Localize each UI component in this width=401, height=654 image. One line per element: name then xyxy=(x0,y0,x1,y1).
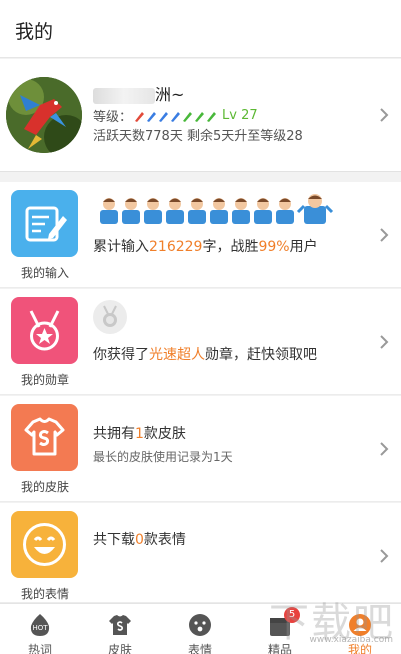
tab-hot-label: 热词 xyxy=(27,643,52,654)
medal-name: 光速超人 xyxy=(149,347,205,363)
emoji-icon xyxy=(11,511,78,578)
active-days-text: 活跃天数778天 剩余5天升至等级28 xyxy=(93,129,303,144)
skin-icon xyxy=(11,404,78,471)
level-value: Lv 27 xyxy=(222,108,258,123)
medal-label: 我的勋章 xyxy=(20,373,69,387)
section-gap xyxy=(0,172,401,182)
tab-hot[interactable]: HOT 热词 xyxy=(0,604,80,654)
tab-skin[interactable]: 皮肤 xyxy=(80,604,160,654)
medal-text: 你获得了光速超人勋章，赶快领取吧 xyxy=(93,347,317,363)
input-stats-text: 累计输入216229字，战胜99%用户 xyxy=(93,239,318,255)
emoji-label: 我的表情 xyxy=(20,587,69,601)
input-label: 我的输入 xyxy=(20,266,69,280)
hot-icon: HOT xyxy=(30,614,50,636)
card-my-medal[interactable]: 我的勋章 你获得了光速超人勋章，赶快领取吧 xyxy=(0,289,401,395)
svg-text:HOT: HOT xyxy=(32,624,48,632)
card-my-input[interactable]: 我的输入 累计输入216229字，战胜99%用户 xyxy=(0,182,401,288)
input-percent: 99% xyxy=(258,239,290,255)
skin-count-text: 共拥有1款皮肤 xyxy=(93,426,186,442)
face-icon xyxy=(189,614,211,636)
avatar[interactable] xyxy=(6,77,82,153)
emoji-count: 0 xyxy=(135,532,144,548)
tab-emoji-label: 表情 xyxy=(187,643,212,654)
level-label: 等级： xyxy=(93,110,133,125)
input-icon xyxy=(11,190,78,257)
medal-badge-icon xyxy=(93,300,127,334)
skin-sub-text: 最长的皮肤使用记录为1天 xyxy=(93,450,233,464)
users-ranking-icon xyxy=(100,194,334,224)
chevron-right-icon xyxy=(380,442,389,456)
username: 洲~ xyxy=(93,81,184,105)
card-my-skin[interactable]: 我的皮肤 共拥有1款皮肤 最长的皮肤使用记录为1天 xyxy=(0,396,401,502)
profile-card[interactable]: 洲~ 等级： Lv 27 活跃天数778天 剩余5天升至等级28 xyxy=(0,59,401,172)
tab-emoji[interactable]: 表情 xyxy=(160,604,240,654)
chevron-right-icon xyxy=(380,335,389,349)
chevron-right-icon xyxy=(380,228,389,242)
tab-skin-label: 皮肤 xyxy=(107,643,132,654)
chevron-right-icon xyxy=(380,108,389,122)
level-pens-icon xyxy=(134,110,218,122)
page-header: 我的 xyxy=(0,0,401,58)
emoji-count-text: 共下载0款表情 xyxy=(93,532,186,548)
page-title: 我的 xyxy=(15,21,54,43)
input-char-count: 216229 xyxy=(149,239,203,255)
skin-label: 我的皮肤 xyxy=(20,480,69,494)
chevron-right-icon xyxy=(380,549,389,563)
card-my-emoji[interactable]: 我的表情 共下载0款表情 xyxy=(0,503,401,603)
level-row: 等级： Lv 27 xyxy=(93,106,258,125)
watermark-url: www.xiazaiba.com xyxy=(309,635,393,645)
medal-icon xyxy=(11,297,78,364)
username-blurred xyxy=(93,87,155,104)
tshirt-icon xyxy=(109,615,131,635)
skin-count: 1 xyxy=(135,426,144,442)
